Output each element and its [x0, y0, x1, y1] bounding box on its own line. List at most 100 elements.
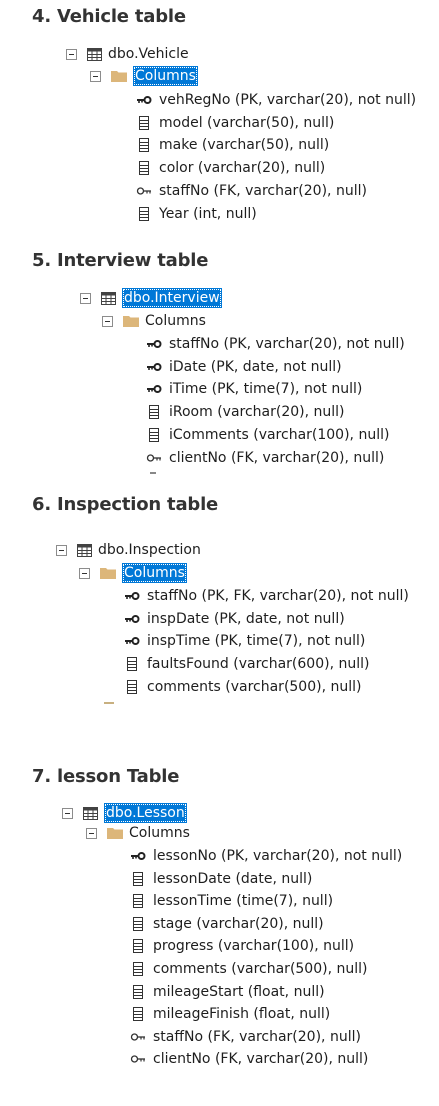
column-label[interactable]: Year (int, null): [159, 204, 257, 224]
table-label[interactable]: dbo.Lesson: [104, 803, 187, 823]
column-label[interactable]: comments (varchar(500), null): [147, 677, 361, 697]
tree-node-column[interactable]: iRoom (varchar(20), null): [146, 402, 345, 422]
collapse-toggle-icon[interactable]: [86, 827, 97, 839]
table-icon: [87, 47, 102, 61]
tree-node-column[interactable]: mileageFinish (float, null): [130, 1004, 330, 1024]
columns-folder-label[interactable]: Columns: [145, 311, 206, 331]
tree-node-column[interactable]: mileageStart (float, null): [130, 982, 325, 1002]
tree-node-column[interactable]: inspTime (PK, time(7), not null): [124, 631, 365, 651]
foreign-key-icon: [136, 183, 152, 199]
column-label[interactable]: color (varchar(20), null): [159, 158, 325, 178]
clipped-tree-row: [86, 1075, 146, 1081]
column-label[interactable]: staffNo (PK, varchar(20), not null): [169, 334, 405, 354]
clipped-tree-row: [104, 700, 124, 706]
clipped-tree-row: [56, 530, 176, 536]
tree-node-column[interactable]: stage (varchar(20), null): [130, 914, 324, 934]
column-icon: [130, 871, 146, 887]
collapse-toggle-icon[interactable]: [80, 292, 91, 304]
tree-node-table-interview[interactable]: dbo.Interview: [80, 288, 222, 308]
column-label[interactable]: lessonTime (time(7), null): [153, 891, 333, 911]
columns-folder-label[interactable]: Columns: [122, 563, 187, 583]
column-label[interactable]: comments (varchar(500), null): [153, 959, 367, 979]
columns-folder-label[interactable]: Columns: [133, 66, 198, 86]
tree-node-column[interactable]: comments (varchar(500), null): [124, 677, 361, 697]
column-label[interactable]: lessonNo (PK, varchar(20), not null): [153, 846, 402, 866]
collapse-toggle-icon[interactable]: [102, 315, 113, 327]
column-label[interactable]: mileageFinish (float, null): [153, 1004, 330, 1024]
column-icon: [130, 1006, 146, 1022]
column-label[interactable]: inspTime (PK, time(7), not null): [147, 631, 365, 651]
section-heading-lesson: 7. lesson Table: [32, 766, 180, 787]
column-label[interactable]: staffNo (PK, FK, varchar(20), not null): [147, 586, 409, 606]
tree-node-columns-folder[interactable]: Columns: [79, 563, 187, 583]
tree-node-table-lesson[interactable]: dbo.Lesson: [62, 803, 187, 823]
foreign-key-icon: [146, 450, 162, 466]
tree-node-column[interactable]: lessonNo (PK, varchar(20), not null): [130, 846, 402, 866]
collapse-toggle-icon[interactable]: [56, 544, 67, 556]
collapse-toggle-icon[interactable]: [79, 567, 90, 579]
column-label[interactable]: vehRegNo (PK, varchar(20), not null): [159, 90, 416, 110]
collapse-toggle-icon[interactable]: [66, 48, 77, 60]
tree-node-column[interactable]: clientNo (FK, varchar(20), null): [130, 1049, 368, 1069]
tree-node-table-vehicle[interactable]: dbo.Vehicle: [66, 44, 189, 64]
column-label[interactable]: stage (varchar(20), null): [153, 914, 324, 934]
column-label[interactable]: iDate (PK, date, not null): [169, 357, 342, 377]
table-label[interactable]: dbo.Inspection: [98, 540, 201, 560]
column-label[interactable]: faultsFound (varchar(600), null): [147, 654, 369, 674]
tree-node-columns-folder[interactable]: Columns: [90, 66, 198, 86]
clipped-tree-row: [114, 226, 154, 232]
table-label[interactable]: dbo.Interview: [122, 288, 222, 308]
column-icon: [136, 115, 152, 131]
tree-node-column[interactable]: lessonTime (time(7), null): [130, 891, 333, 911]
column-icon: [146, 427, 162, 443]
section-heading-inspection: 6. Inspection table: [32, 494, 219, 515]
column-label[interactable]: staffNo (FK, varchar(20), null): [159, 181, 367, 201]
tree-node-column[interactable]: color (varchar(20), null): [136, 158, 325, 178]
column-icon: [136, 137, 152, 153]
column-label[interactable]: model (varchar(50), null): [159, 113, 334, 133]
tree-node-column[interactable]: clientNo (FK, varchar(20), null): [146, 448, 384, 468]
column-label[interactable]: lessonDate (date, null): [153, 869, 312, 889]
tree-node-column[interactable]: progress (varchar(100), null): [130, 936, 354, 956]
tree-node-columns-folder[interactable]: Columns: [86, 823, 190, 843]
folder-icon: [107, 828, 123, 839]
primary-key-icon: [136, 92, 152, 108]
column-label[interactable]: clientNo (FK, varchar(20), null): [153, 1049, 368, 1069]
column-label[interactable]: make (varchar(50), null): [159, 135, 329, 155]
column-label[interactable]: mileageStart (float, null): [153, 982, 325, 1002]
tree-node-column[interactable]: iComments (varchar(100), null): [146, 425, 389, 445]
column-label[interactable]: iComments (varchar(100), null): [169, 425, 389, 445]
column-label[interactable]: iRoom (varchar(20), null): [169, 402, 345, 422]
tree-node-column[interactable]: comments (varchar(500), null): [130, 959, 367, 979]
tree-node-column[interactable]: staffNo (PK, varchar(20), not null): [146, 334, 405, 354]
primary-key-icon: [130, 848, 146, 864]
tree-node-column[interactable]: iTime (PK, time(7), not null): [146, 379, 362, 399]
tree-node-columns-folder[interactable]: Columns: [102, 311, 206, 331]
table-label[interactable]: dbo.Vehicle: [108, 44, 189, 64]
tree-node-column[interactable]: vehRegNo (PK, varchar(20), not null): [136, 90, 416, 110]
tree-node-column[interactable]: staffNo (PK, FK, varchar(20), not null): [124, 586, 409, 606]
column-icon: [124, 679, 140, 695]
columns-folder-label[interactable]: Columns: [129, 823, 190, 843]
tree-node-column[interactable]: make (varchar(50), null): [136, 135, 329, 155]
tree-node-column[interactable]: Year (int, null): [136, 204, 257, 224]
collapse-toggle-icon[interactable]: [90, 70, 101, 82]
collapse-toggle-icon[interactable]: [62, 807, 73, 819]
tree-node-table-inspection[interactable]: dbo.Inspection: [56, 540, 201, 560]
clipped-tree-row: [146, 469, 176, 475]
table-icon: [101, 291, 116, 305]
column-label[interactable]: inspDate (PK, date, not null): [147, 609, 345, 629]
tree-node-column[interactable]: staffNo (FK, varchar(20), null): [130, 1027, 361, 1047]
tree-node-column[interactable]: staffNo (FK, varchar(20), null): [136, 181, 367, 201]
tree-node-column[interactable]: model (varchar(50), null): [136, 113, 334, 133]
column-label[interactable]: progress (varchar(100), null): [153, 936, 354, 956]
tree-node-column[interactable]: lessonDate (date, null): [130, 869, 312, 889]
column-label[interactable]: iTime (PK, time(7), not null): [169, 379, 362, 399]
tree-node-column[interactable]: faultsFound (varchar(600), null): [124, 654, 369, 674]
column-icon: [130, 916, 146, 932]
section-heading-interview: 5. Interview table: [32, 250, 209, 271]
tree-node-column[interactable]: inspDate (PK, date, not null): [124, 609, 345, 629]
column-label[interactable]: staffNo (FK, varchar(20), null): [153, 1027, 361, 1047]
column-label[interactable]: clientNo (FK, varchar(20), null): [169, 448, 384, 468]
tree-node-column[interactable]: iDate (PK, date, not null): [146, 357, 342, 377]
